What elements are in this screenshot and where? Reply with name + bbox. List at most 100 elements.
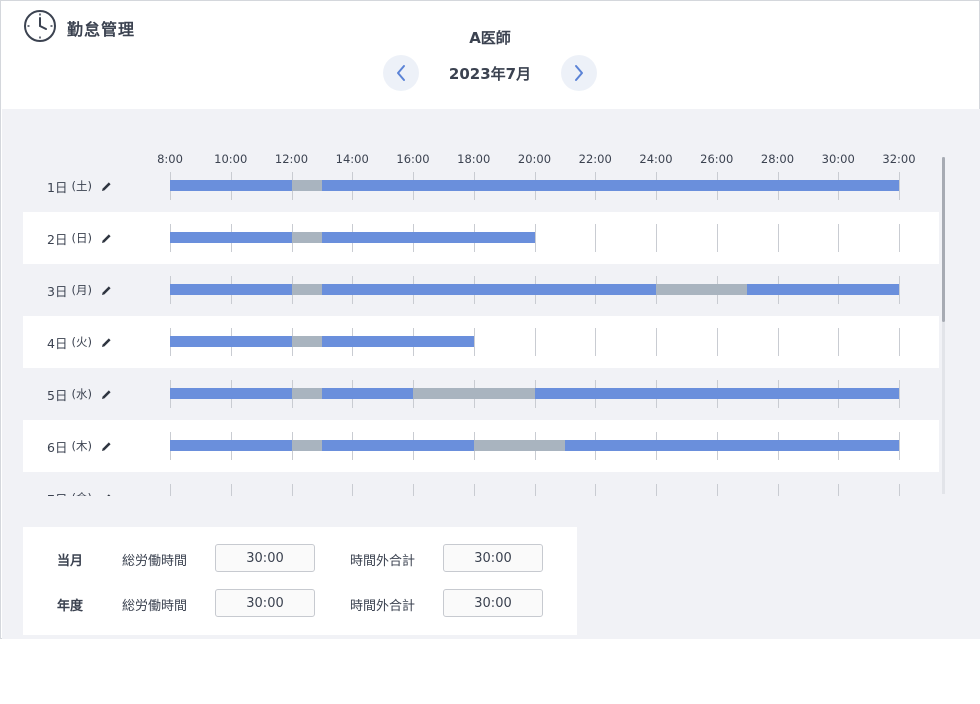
time-gridline [778,224,779,252]
day-row[interactable]: 2日 (日) [23,212,939,264]
day-row[interactable]: 4日 (火) [23,316,939,368]
day-number: 3日 [47,283,68,299]
next-month-button[interactable] [561,55,597,91]
day-label: 1日 (土) [47,160,114,212]
monthly-total-hours-field[interactable]: 30:00 [215,544,315,572]
time-gridline [656,484,657,496]
time-gridline [899,172,900,200]
attendance-panel: 8:00 10:00 12:00 14:00 16:00 18:00 20:00 22:00 2… [2,109,980,639]
yearly-overtime-field[interactable]: 30:00 [443,589,543,617]
day-number: 7日 [47,489,67,497]
day-label: 4日 (火) [47,316,114,368]
day-row[interactable]: 5日 (水) [23,368,939,420]
break-time-bar[interactable] [291,232,322,243]
time-gridline [899,484,900,496]
pencil-icon[interactable] [100,179,114,193]
monthly-overtime-field[interactable]: 30:00 [443,544,543,572]
time-gridline [535,224,536,252]
timeline-scrollbar[interactable] [942,157,945,494]
summary-period-label: 当月 [57,554,84,569]
break-time-bar[interactable] [473,440,565,451]
work-time-bar[interactable] [170,336,474,347]
break-time-bar[interactable] [291,284,322,295]
day-row[interactable]: 6日 (木) [23,420,939,472]
day-label: 3日 (月) [47,264,114,316]
time-gridline [413,484,414,496]
weekday: (土) [71,179,92,193]
day-label: 6日 (木) [47,420,114,472]
work-time-bar[interactable] [170,388,899,399]
work-time-bar[interactable] [170,180,899,191]
break-time-bar[interactable] [291,180,322,191]
day-number: 1日 [47,179,68,195]
summary-period-label: 年度 [57,599,84,614]
total-hours-label: 総労働時間 [122,599,188,614]
weekday: (金) [71,490,91,496]
time-gridline [778,328,779,356]
time-gridline [352,484,353,496]
time-gridline [474,484,475,496]
day-row[interactable]: 1日 (土) [23,160,939,212]
summary-panel: 当月 総労働時間 30:00 時間外合計 30:00 年度 総労働時間 30:0… [23,527,577,635]
day-row[interactable]: 3日 (月) [23,264,939,316]
work-time-bar[interactable] [170,232,535,243]
time-gridline [231,484,232,496]
total-hours-label: 総労働時間 [122,554,188,569]
day-label: 5日 (水) [47,368,114,420]
time-gridline [717,484,718,496]
chevron-right-icon [575,65,583,81]
pencil-icon[interactable] [100,387,114,401]
time-gridline [899,328,900,356]
day-number: 6日 [47,439,68,455]
current-month: 2023年7月 [448,64,532,83]
time-gridline [778,484,779,496]
time-gridline [656,224,657,252]
weekday: (日) [71,231,92,245]
time-gridline [535,484,536,496]
time-gridline [838,484,839,496]
break-time-bar[interactable] [291,336,322,347]
break-time-bar[interactable] [656,284,748,295]
pencil-icon[interactable] [100,231,114,245]
prev-month-button[interactable] [383,55,419,91]
day-number: 5日 [47,387,68,403]
timeline-chart[interactable]: 8:00 10:00 12:00 14:00 16:00 18:00 20:00 22:00 2… [23,149,939,496]
time-gridline [838,328,839,356]
weekday: (水) [71,387,92,401]
time-gridline [595,328,596,356]
time-gridline [170,484,171,496]
time-gridline [535,328,536,356]
time-gridline [595,224,596,252]
weekday: (火) [71,335,92,349]
break-time-bar[interactable] [413,388,535,399]
break-time-bar[interactable] [291,388,322,399]
time-gridline [717,328,718,356]
time-gridline [595,484,596,496]
summary-row-month: 当月 総労働時間 30:00 時間外合計 30:00 [23,544,577,574]
pencil-icon[interactable] [100,439,114,453]
pencil-icon[interactable] [100,491,114,496]
doctor-name: A医師 [469,29,511,47]
day-number: 4日 [47,335,68,351]
pencil-icon[interactable] [100,335,114,349]
summary-row-year: 年度 総労働時間 30:00 時間外合計 30:00 [23,589,577,619]
day-number: 2日 [47,231,68,247]
scrollbar-thumb[interactable] [942,157,945,322]
time-gridline [474,328,475,356]
work-time-bar[interactable] [170,284,899,295]
app-window: 勤怠管理 A医師 2023年7月 8:00 10:00 12:00 14:00 16:0… [0,0,980,639]
time-gridline [292,484,293,496]
time-gridline [899,432,900,460]
day-label: 7日 (金) [47,472,114,496]
time-gridline [899,380,900,408]
yearly-total-hours-field[interactable]: 30:00 [215,589,315,617]
break-time-bar[interactable] [291,440,322,451]
overtime-label: 時間外合計 [350,599,416,614]
pencil-icon[interactable] [100,283,114,297]
time-gridline [717,224,718,252]
day-row[interactable]: 7日 (金) [23,472,939,496]
time-gridline [656,328,657,356]
time-gridline [838,224,839,252]
weekday: (木) [71,439,92,453]
time-gridline [899,276,900,304]
